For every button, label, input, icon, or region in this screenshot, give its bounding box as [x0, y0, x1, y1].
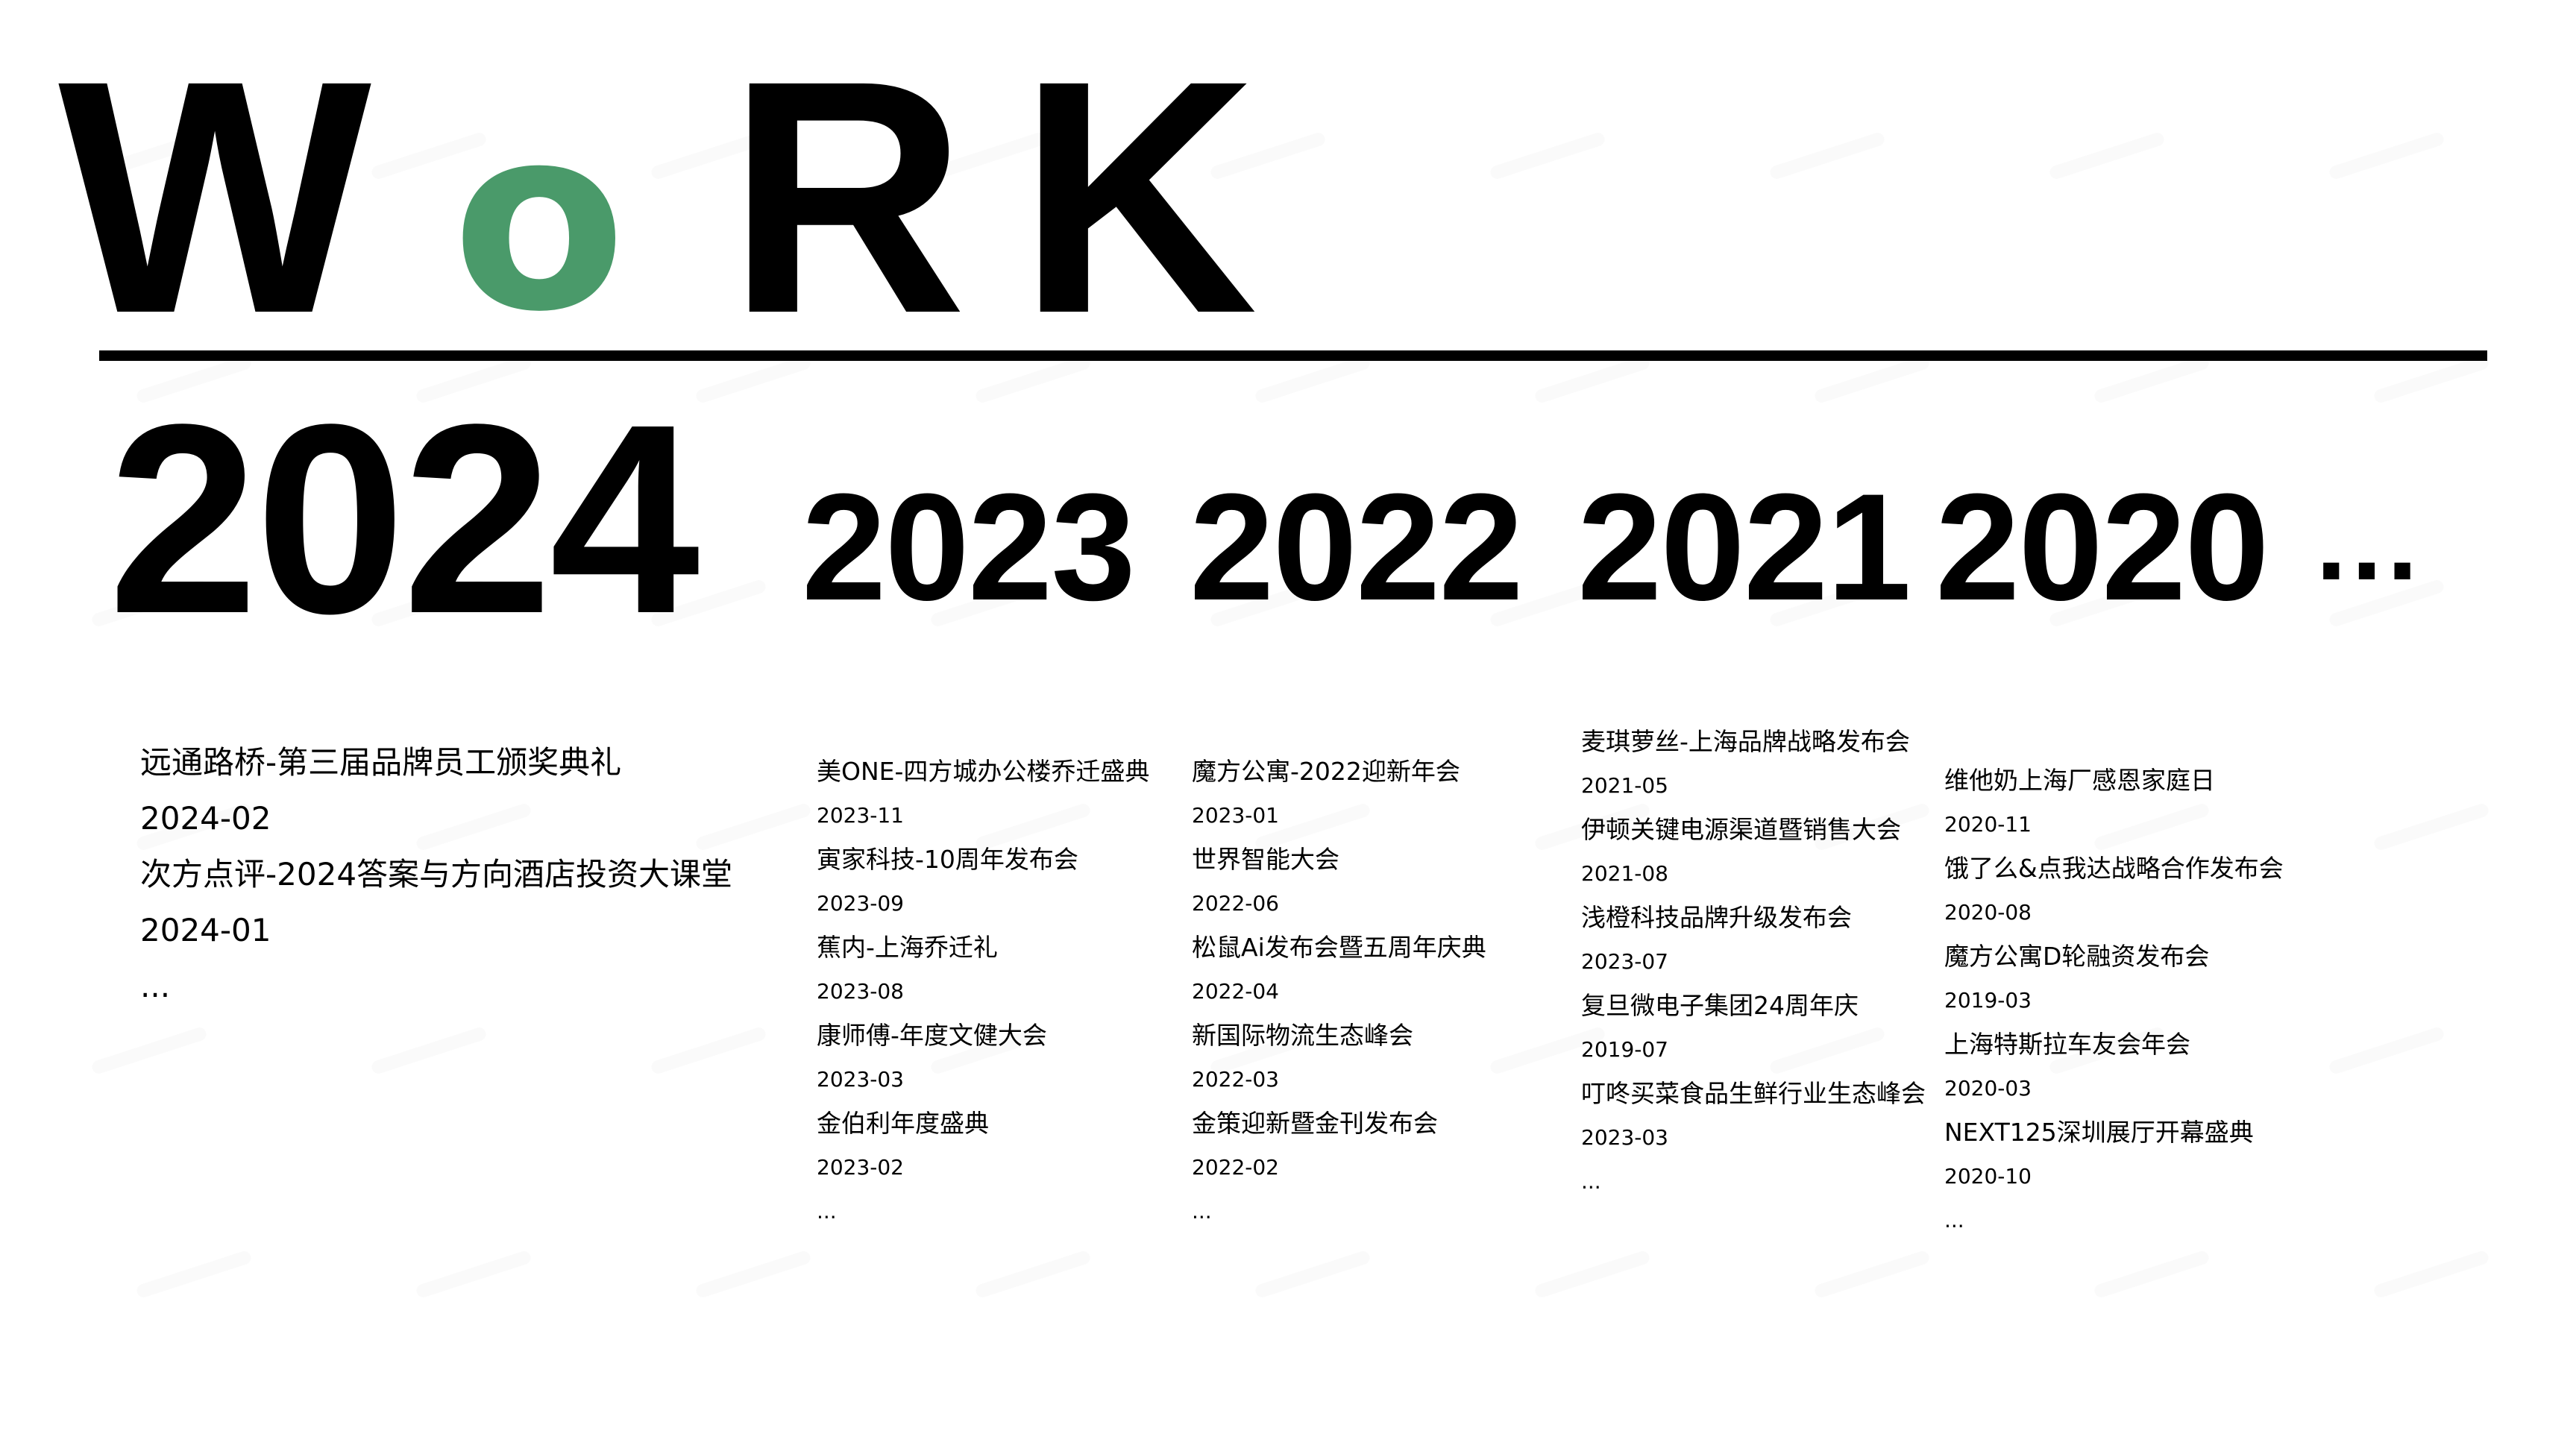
event-name: NEXT125深圳展厅开幕盛典 [1944, 1118, 2254, 1147]
watermark-mark [2093, 1250, 2211, 1300]
year-2023-heading: 2023 [802, 462, 1136, 632]
watermark-mark [1813, 355, 1931, 405]
watermark-mark [1533, 355, 1651, 405]
event-date: 2021-08 [1581, 861, 1668, 886]
more-ellipsis: ... [1581, 1169, 1601, 1194]
watermark-mark [2372, 1250, 2490, 1300]
watermark-mark [135, 1250, 253, 1300]
event-date: 2023-09 [817, 891, 904, 916]
event-date: 2024-02 [140, 800, 271, 837]
column-2022: 魔方公寓-2022迎新年会 2023-01 世界智能大会 2022-06 松鼠A… [1192, 749, 1486, 1233]
watermark-mark [415, 1250, 533, 1300]
event-date: 2023-11 [817, 803, 904, 828]
event-date: 2022-06 [1192, 891, 1279, 916]
event-name: 蕉内-上海乔迁礼 [817, 933, 998, 962]
event-date: 2020-11 [1944, 812, 2032, 837]
event-name: 魔方公寓D轮融资发布会 [1944, 942, 2210, 971]
event-name: 美ONE-四方城办公楼乔迁盛典 [817, 757, 1150, 786]
more-ellipsis: ... [140, 968, 171, 1004]
event-date: 2022-02 [1192, 1155, 1279, 1180]
more-ellipsis: ... [1192, 1199, 1212, 1224]
event-date: 2022-04 [1192, 979, 1279, 1004]
event-date: 2022-03 [1192, 1067, 1279, 1092]
event-date: 2023-02 [817, 1155, 904, 1180]
year-2024-heading: 2024 [108, 368, 700, 670]
event-name: 松鼠Ai发布会暨五周年庆典 [1192, 933, 1486, 962]
column-2024: 远通路桥-第三届品牌员工颁奖典礼 2024-02 次方点评-2024答案与方向酒… [140, 734, 732, 1014]
event-name: 远通路桥-第三届品牌员工颁奖典礼 [140, 744, 622, 781]
title-letter-k: K [1018, 12, 1258, 382]
event-name: 金策迎新暨金刊发布会 [1192, 1109, 1438, 1138]
watermark-mark [1254, 355, 1372, 405]
watermark-mark [650, 1026, 767, 1076]
event-date: 2019-07 [1581, 1037, 1668, 1062]
more-ellipsis: ... [1944, 1208, 1964, 1232]
event-date: 2020-03 [1944, 1076, 2032, 1101]
event-name: 维他奶上海厂感恩家庭日 [1944, 766, 2215, 795]
event-date: 2019-03 [1944, 988, 2032, 1013]
watermark-mark [1813, 1250, 1931, 1300]
event-name: 浅橙科技品牌升级发布会 [1581, 903, 1852, 932]
watermark-mark [2372, 355, 2490, 405]
watermark-mark [694, 1250, 812, 1300]
event-name: 康师傅-年度文健大会 [817, 1021, 1047, 1050]
column-2023: 美ONE-四方城办公楼乔迁盛典 2023-11 寅家科技-10周年发布会 202… [817, 749, 1149, 1233]
year-2020-heading: 2020 [1935, 462, 2269, 632]
event-name: 饿了么&点我达战略合作发布会 [1944, 854, 2284, 883]
watermark-mark [370, 1026, 488, 1076]
watermark-mark [1768, 131, 1886, 181]
watermark-mark [90, 1026, 208, 1076]
title-letter-o: o [452, 72, 626, 368]
event-date: 2023-08 [817, 979, 904, 1004]
watermark-mark [2328, 131, 2445, 181]
event-date: 2023-07 [1581, 949, 1668, 974]
year-2021-heading: 2021 [1577, 462, 1911, 632]
event-name: 麦琪萝丝-上海品牌战略发布会 [1581, 727, 1910, 756]
event-date: 2023-03 [817, 1067, 904, 1092]
event-name: 次方点评-2024答案与方向酒店投资大课堂 [140, 856, 733, 892]
watermark-mark [1254, 1250, 1372, 1300]
watermark-mark [1489, 131, 1606, 181]
column-2020: 维他奶上海厂感恩家庭日 2020-11 饿了么&点我达战略合作发布会 2020-… [1944, 758, 2284, 1242]
event-name: 魔方公寓-2022迎新年会 [1192, 757, 1460, 786]
event-name: 伊顿关键电源渠道暨销售大会 [1581, 815, 1901, 844]
year-2022-heading: 2022 [1190, 462, 1524, 632]
watermark-mark [2328, 1026, 2445, 1076]
event-name: 上海特斯拉车友会年会 [1944, 1030, 2190, 1059]
event-date: 2024-01 [140, 912, 271, 948]
event-name: 寅家科技-10周年发布会 [817, 845, 1078, 874]
watermark-mark [1533, 1250, 1651, 1300]
event-name: 新国际物流生态峰会 [1192, 1021, 1413, 1050]
more-years-ellipsis: ... [2316, 478, 2423, 603]
divider-line [99, 350, 2487, 361]
event-name: 金伯利年度盛典 [817, 1109, 989, 1138]
title-letter-w: W [58, 12, 372, 382]
event-name: 复旦微电子集团24周年庆 [1581, 991, 1859, 1020]
title-letter-r: R [727, 12, 967, 382]
watermark-mark [2372, 802, 2490, 852]
watermark-mark [2048, 131, 2166, 181]
event-name: 叮咚买菜食品生鲜行业生态峰会 [1581, 1079, 1926, 1108]
event-date: 2023-01 [1192, 803, 1279, 828]
event-date: 2021-05 [1581, 773, 1668, 798]
event-date: 2020-08 [1944, 900, 2032, 925]
watermark-mark [2093, 355, 2211, 405]
event-date: 2020-10 [1944, 1164, 2032, 1189]
watermark-mark [974, 1250, 1092, 1300]
more-ellipsis: ... [817, 1199, 837, 1224]
event-date: 2023-03 [1581, 1125, 1668, 1150]
event-name: 世界智能大会 [1192, 845, 1339, 874]
column-2021: 麦琪萝丝-上海品牌战略发布会 2021-05 伊顿关键电源渠道暨销售大会 202… [1581, 720, 1926, 1203]
